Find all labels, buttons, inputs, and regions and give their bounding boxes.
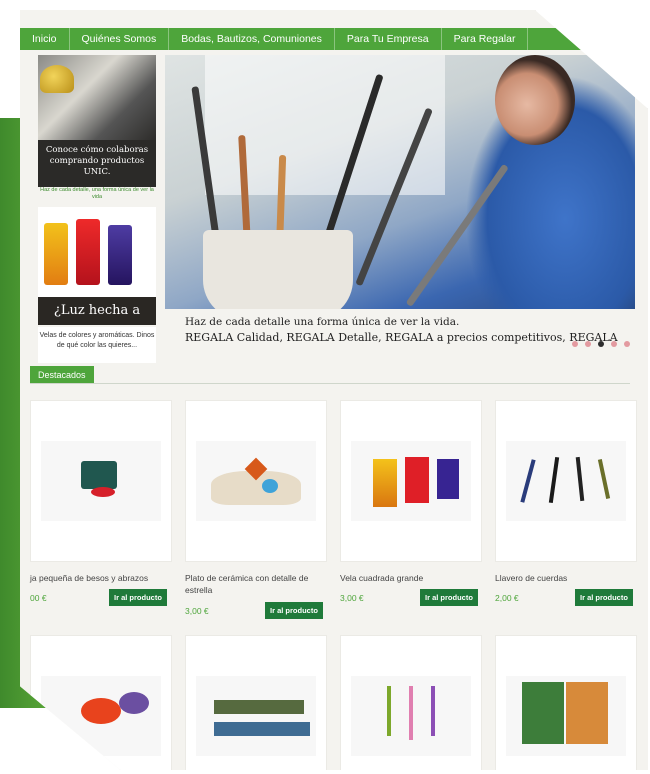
promo-unic-photo [38,55,156,140]
nav-item-quienes-somos[interactable]: Quiénes Somos [70,28,170,50]
product-name[interactable]: ja pequeña de besos y abrazos [30,572,170,584]
go-to-product-button[interactable]: Ir al producto [420,589,478,606]
red-candle [76,219,100,285]
product-image [351,441,471,521]
flower-shape [81,698,121,724]
nav-item-empresa[interactable]: Para Tu Empresa [335,28,442,50]
flower-shape [119,692,149,714]
slider-dots [572,341,630,347]
product-image [351,676,471,756]
felt-card-shape [566,682,608,744]
red-candle-shape [405,457,429,503]
product-card[interactable] [30,400,172,562]
product-image [196,441,316,521]
product-card[interactable] [495,635,637,770]
lips-shape [91,487,115,497]
product-name[interactable]: Plato de cerámica con detalle de estrell… [185,572,325,596]
website-screenshot: Inicio Quiénes Somos Bodas, Bautizos, Co… [20,10,648,770]
incense-holder-shape [214,722,310,736]
keyring-cord [520,459,536,503]
go-to-product-button[interactable]: Ir al producto [575,589,633,606]
product-price: 00 € [30,593,47,603]
blue-dot-shape [262,479,278,493]
keyring-cord [575,456,585,502]
product-image [41,676,161,756]
nav-item-inicio[interactable]: Inicio [20,28,70,50]
keyring-cord [548,456,560,504]
product-card[interactable] [185,635,327,770]
product-image [196,676,316,756]
main-nav: Inicio Quiénes Somos Bodas, Bautizos, Co… [20,28,648,50]
slider-dot[interactable] [624,341,630,347]
product-image [41,441,161,521]
product-card[interactable] [340,635,482,770]
promo-candles-image[interactable] [38,207,156,297]
promo-unic-caption: Conoce cómo colaboras comprando producto… [45,145,149,177]
slider-dot[interactable] [572,341,578,347]
ribbon-shape [387,686,391,736]
section-divider [30,383,630,384]
product-card[interactable] [30,635,172,770]
slider-dot[interactable] [611,341,617,347]
brush-cup [203,230,353,309]
box-shape [81,461,117,489]
product-card[interactable] [340,400,482,562]
ribbon-shape [431,686,435,736]
slider-dot[interactable] [585,341,591,347]
section-title: Destacados [30,366,94,384]
nav-item-regalar[interactable]: Para Regalar [442,28,529,50]
purple-candle [108,225,132,285]
product-card[interactable] [185,400,327,562]
helmet-shape [40,65,74,93]
nav-item-bodas[interactable]: Bodas, Bautizos, Comuniones [169,28,335,50]
product-card[interactable] [495,400,637,562]
product-price: 3,00 € [185,606,209,616]
product-name[interactable]: Llavero de cuerdas [495,572,635,584]
ribbon-shape [409,686,413,740]
keyring-cord [597,459,611,499]
promo-candles-text: Velas de colores y aromáticas. Dinos de … [38,327,156,363]
promo-unic[interactable]: Conoce cómo colaboras comprando producto… [38,55,156,187]
hero-person-head [495,55,575,145]
yellow-candle [44,223,68,285]
promo-candles-title: ¿Luz hecha a mano? [38,297,156,346]
go-to-product-button[interactable]: Ir al producto [109,589,167,606]
product-name[interactable]: Vela cuadrada grande [340,572,480,584]
slider-dot-active[interactable] [598,341,604,347]
hero-caption: Haz de cada detalle una forma única de v… [185,316,630,344]
hero-caption-line2: REGALA Calidad, REGALA Detalle, REGALA a… [185,331,618,344]
yellow-candle-shape [373,459,397,507]
product-price: 2,00 € [495,593,519,603]
product-image [506,441,626,521]
felt-card-shape [522,682,564,744]
product-price: 3,00 € [340,593,364,603]
go-to-product-button[interactable]: Ir al producto [265,602,323,619]
purple-candle-shape [437,459,459,499]
incense-holder-shape [214,700,304,714]
hero-caption-line1: Haz de cada detalle una forma única de v… [185,316,460,328]
product-image [506,676,626,756]
hero-slider-image[interactable] [165,55,635,309]
promo-tagline: Haz de cada detalle, una forma única de … [40,187,154,200]
